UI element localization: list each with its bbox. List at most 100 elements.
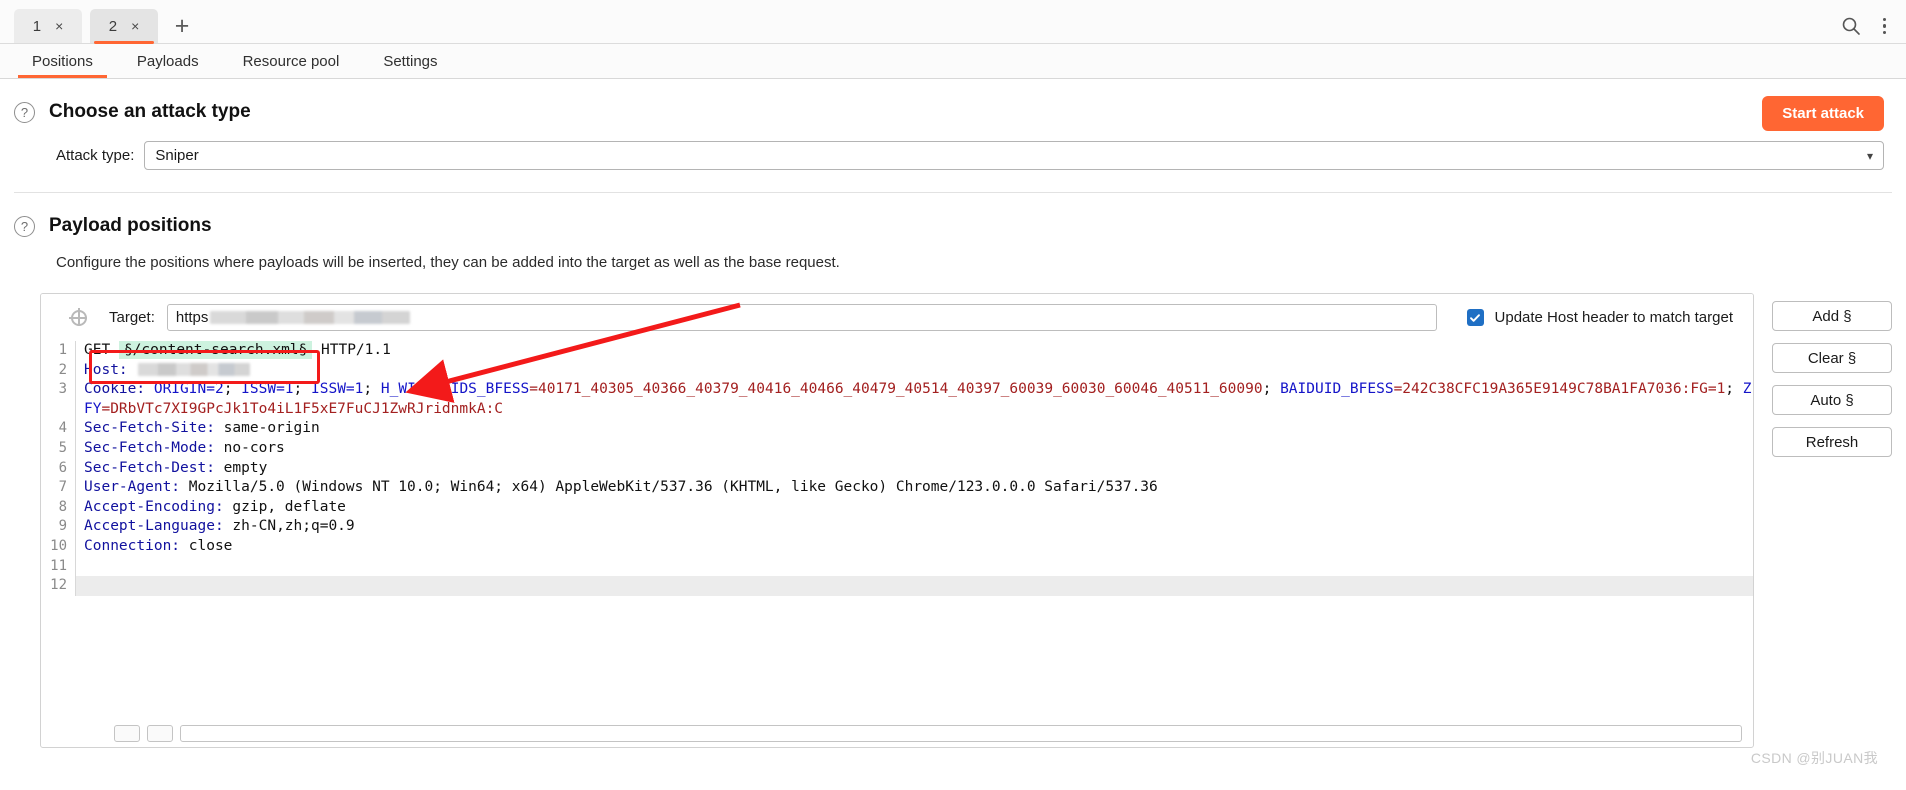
settings-gear-icon[interactable] bbox=[69, 307, 87, 326]
code-line-1-text: GET §/content-search.xml§ HTTP/1.1 bbox=[76, 341, 1753, 361]
line-number: 5 bbox=[58, 439, 67, 456]
attack-type-title: Choose an attack type bbox=[49, 101, 251, 122]
code-line-8[interactable]: 8 Accept-Encoding: gzip, deflate bbox=[41, 497, 1753, 518]
line-number: 11 bbox=[50, 557, 67, 574]
code-line-12[interactable]: 12 bbox=[41, 576, 1753, 596]
code-line-9[interactable]: 9 Accept-Language: zh-CN,zh;q=0.9 bbox=[41, 517, 1753, 537]
tab-strip-actions bbox=[1841, 16, 1893, 43]
header-name: Connection: bbox=[84, 537, 181, 554]
payload-position-marker[interactable]: §/content-search.xml§ bbox=[118, 341, 313, 359]
clear-section-button[interactable]: Clear § bbox=[1772, 343, 1892, 373]
cookie-sep: ; bbox=[293, 381, 312, 398]
refresh-button[interactable]: Refresh bbox=[1772, 427, 1892, 457]
line-number: 4 bbox=[58, 420, 67, 437]
tab-positions[interactable]: Positions bbox=[10, 44, 115, 78]
target-label: Target: bbox=[109, 309, 155, 326]
code-line-8-text: Accept-Encoding: gzip, deflate bbox=[76, 498, 1753, 518]
code-line-7-text: User-Agent: Mozilla/5.0 (Windows NT 10.0… bbox=[76, 478, 1753, 498]
cookie-name-2: ISSW=1 bbox=[241, 381, 294, 398]
line-number: 9 bbox=[58, 518, 67, 535]
attack-type-value: Sniper bbox=[155, 147, 199, 164]
watermark: CSDN @别JUAN我 bbox=[1750, 750, 1878, 766]
close-icon[interactable]: × bbox=[55, 19, 63, 33]
cookie-value-5: =242C38CFC19A365E9149C78BA1FA7036:FG=1 bbox=[1393, 381, 1726, 398]
code-line-10-text: Connection: close bbox=[76, 537, 1753, 557]
cookie-name-5: BAIDUID_BFESS bbox=[1280, 381, 1394, 398]
code-line-2[interactable]: 2 Host: bbox=[41, 360, 1753, 381]
target-input[interactable]: https bbox=[166, 304, 1437, 331]
editor-next-button[interactable] bbox=[147, 724, 173, 742]
redacted-host bbox=[138, 363, 251, 377]
position-action-buttons: Add § Clear § Auto § Refresh bbox=[1772, 293, 1892, 457]
editor-prev-button[interactable] bbox=[114, 724, 140, 742]
window-tab-2[interactable]: 2 × bbox=[90, 9, 158, 44]
add-tab-button[interactable]: + bbox=[166, 10, 198, 42]
search-icon[interactable] bbox=[1841, 16, 1861, 36]
line-number: 6 bbox=[58, 459, 67, 476]
code-line-9-text: Accept-Language: zh-CN,zh;q=0.9 bbox=[76, 517, 1753, 537]
gutter-divider bbox=[75, 556, 76, 577]
code-line-6-text: Sec-Fetch-Dest: empty bbox=[76, 459, 1753, 479]
tab-resource-pool[interactable]: Resource pool bbox=[221, 44, 362, 78]
checkbox-checked-icon bbox=[1466, 309, 1484, 326]
code-line-7[interactable]: 7 User-Agent: Mozilla/5.0 (Windows NT 10… bbox=[41, 478, 1753, 498]
code-line-6[interactable]: 6 Sec-Fetch-Dest: empty bbox=[41, 458, 1753, 479]
add-section-button[interactable]: Add § bbox=[1772, 301, 1892, 331]
http-version: HTTP/1.1 bbox=[321, 342, 391, 358]
header-name: Accept-Encoding: bbox=[84, 498, 224, 515]
header-value: close bbox=[180, 537, 233, 554]
tab-settings-label: Settings bbox=[383, 52, 438, 70]
header-name: Sec-Fetch-Dest: bbox=[84, 459, 215, 476]
code-line-3-text: Cookie: ORIGIN=2; ISSW=1; ISSW=1; H_WISE… bbox=[76, 380, 1753, 419]
tab-settings[interactable]: Settings bbox=[361, 44, 459, 78]
code-line-5[interactable]: 5 Sec-Fetch-Mode: no-cors bbox=[41, 438, 1753, 459]
header-name: Sec-Fetch-Mode: bbox=[84, 439, 215, 456]
code-line-10[interactable]: 10 Connection: close bbox=[41, 536, 1753, 557]
header-name: Sec-Fetch-Site: bbox=[84, 420, 215, 437]
cookie-value-4: =40171_40305_40366_40379_40416_40466_404… bbox=[529, 381, 1263, 398]
attack-type-row: Attack type: Sniper ▾ bbox=[0, 123, 1906, 170]
kebab-menu-icon[interactable] bbox=[1882, 17, 1886, 35]
header-name: Host: bbox=[84, 361, 128, 378]
cookie-sep: ; bbox=[223, 381, 242, 398]
header-value: zh-CN,zh;q=0.9 bbox=[223, 518, 355, 535]
request-panel: Target: https Update Host header to matc… bbox=[40, 293, 1754, 748]
window-tab-1-label: 1 bbox=[32, 17, 42, 35]
main-content: Start attack ? Choose an attack type Att… bbox=[0, 79, 1906, 748]
code-line-2-text: Host: bbox=[76, 361, 1753, 381]
line-number: 2 bbox=[58, 361, 67, 378]
cookie-value-6: =DRbVTc7XI9GPcJk1To4iL1F5xE7FuCJ1ZwRJrid… bbox=[101, 400, 504, 417]
help-icon[interactable]: ? bbox=[14, 215, 35, 237]
code-line-1[interactable]: 1 GET §/content-search.xml§ HTTP/1.1 bbox=[41, 341, 1753, 361]
request-code[interactable]: 1 GET §/content-search.xml§ HTTP/1.1 2 H… bbox=[41, 341, 1753, 596]
payload-positions-title: Payload positions bbox=[49, 215, 212, 236]
cookie-sep: ; bbox=[1262, 381, 1281, 398]
cookie-name-4: H_WISE_SIDS_BFESS bbox=[380, 381, 530, 398]
auto-section-button[interactable]: Auto § bbox=[1772, 385, 1892, 415]
help-icon[interactable]: ? bbox=[14, 101, 35, 123]
update-host-header-checkbox[interactable]: Update Host header to match target bbox=[1466, 309, 1733, 326]
start-attack-button[interactable]: Start attack bbox=[1762, 96, 1884, 131]
http-method: GET bbox=[84, 342, 111, 358]
header-name: Accept-Language: bbox=[84, 518, 224, 535]
code-line-11[interactable]: 11 bbox=[41, 556, 1753, 577]
target-value: https bbox=[175, 309, 209, 326]
tab-strip: 1 × 2 × + bbox=[0, 0, 1906, 44]
cookie-sep: ; bbox=[363, 381, 381, 398]
header-value: gzip, deflate bbox=[223, 498, 346, 515]
attack-type-select[interactable]: Sniper ▾ bbox=[144, 141, 1884, 170]
window-tab-1[interactable]: 1 × bbox=[14, 9, 82, 43]
tab-resource-pool-label: Resource pool bbox=[242, 52, 340, 70]
attack-type-label: Attack type: bbox=[56, 147, 135, 164]
cookie-name-3: ISSW=1 bbox=[311, 381, 364, 398]
header-value: same-origin bbox=[214, 420, 320, 437]
payload-positions-description: Configure the positions where payloads w… bbox=[56, 254, 840, 271]
editor-search-field[interactable] bbox=[180, 724, 1742, 742]
code-line-3[interactable]: 3 Cookie: ORIGIN=2; ISSW=1; ISSW=1; H_WI… bbox=[41, 380, 1753, 420]
line-number: 8 bbox=[58, 498, 67, 515]
code-line-4[interactable]: 4 Sec-Fetch-Site: same-origin bbox=[41, 419, 1753, 439]
tab-payloads[interactable]: Payloads bbox=[115, 44, 221, 78]
sub-navigation: Positions Payloads Resource pool Setting… bbox=[0, 44, 1906, 79]
close-icon[interactable]: × bbox=[131, 19, 139, 33]
cookie-sep: ; bbox=[1725, 381, 1743, 398]
